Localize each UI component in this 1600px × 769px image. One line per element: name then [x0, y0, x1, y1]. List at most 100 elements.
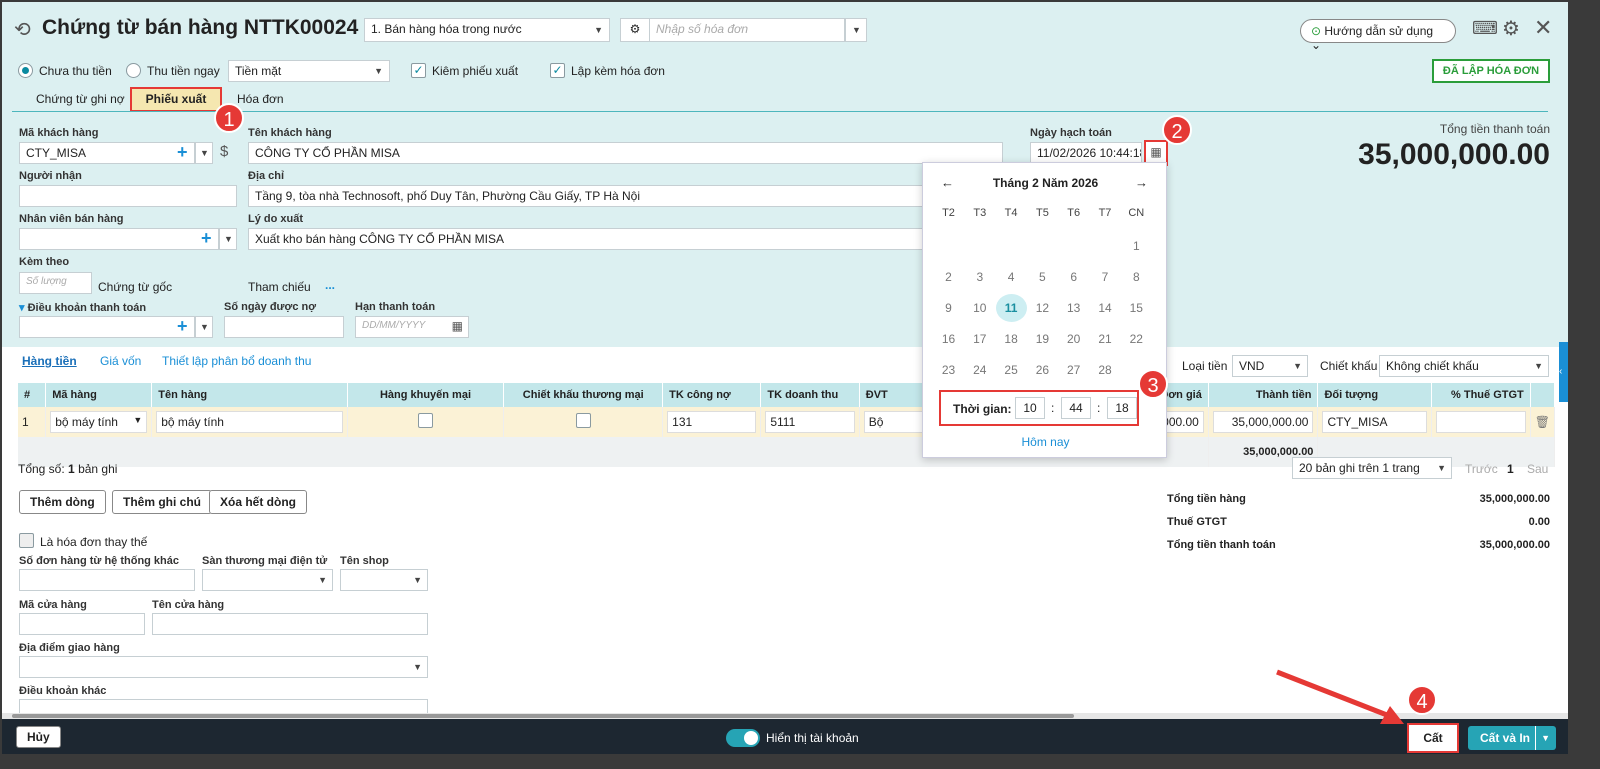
- calendar-day[interactable]: 15: [1121, 301, 1152, 315]
- row-vat-input[interactable]: [1436, 411, 1526, 433]
- prev-page[interactable]: Trước: [1465, 462, 1498, 476]
- order-no-input[interactable]: [19, 569, 195, 591]
- calendar-day[interactable]: 13: [1058, 301, 1089, 315]
- calendar-icon[interactable]: ▦: [452, 319, 463, 333]
- reason-input[interactable]: Xuất kho bán hàng CÔNG TY CỔ PHẦN MISA: [248, 228, 928, 250]
- invoice-checkbox[interactable]: ✓: [550, 63, 565, 78]
- today-button[interactable]: Hôm nay: [923, 435, 1168, 449]
- row-amount-input[interactable]: 35,000,000.00: [1212, 411, 1314, 433]
- tab-export[interactable]: Phiếu xuất: [130, 87, 222, 112]
- calendar-day[interactable]: 16: [933, 332, 964, 346]
- store-code-input[interactable]: [19, 613, 145, 635]
- subtab-goods[interactable]: Hàng tiền: [22, 354, 77, 368]
- invoice-search-input[interactable]: Nhập số hóa đơn: [649, 18, 845, 42]
- calendar-day[interactable]: 23: [933, 363, 964, 377]
- tab-debit[interactable]: Chứng từ ghi nợ: [36, 92, 125, 106]
- calendar-day[interactable]: 17: [964, 332, 995, 346]
- calendar-day[interactable]: 25: [996, 363, 1027, 377]
- calendar-title[interactable]: Tháng 2 Năm 2026: [923, 176, 1168, 190]
- calendar-day[interactable]: 20: [1058, 332, 1089, 346]
- calendar-day[interactable]: 4: [996, 270, 1027, 284]
- subtab-cost[interactable]: Giá vốn: [100, 354, 141, 368]
- subtab-allocation[interactable]: Thiết lập phân bổ doanh thu: [162, 354, 311, 368]
- staff-dropdown[interactable]: ▼: [219, 228, 237, 250]
- calendar-day[interactable]: 3: [964, 270, 995, 284]
- close-icon[interactable]: ✕: [1534, 15, 1552, 41]
- gear-icon[interactable]: ⚙: [620, 18, 650, 42]
- calendar-day[interactable]: 2: [933, 270, 964, 284]
- calendar-day[interactable]: 8: [1121, 270, 1152, 284]
- store-name-input[interactable]: [152, 613, 428, 635]
- days-input[interactable]: [224, 316, 344, 338]
- calendar-day[interactable]: 22: [1121, 332, 1152, 346]
- currency-icon[interactable]: $: [220, 143, 228, 160]
- minute-input[interactable]: 44: [1061, 397, 1091, 419]
- address-input[interactable]: Tầng 9, tòa nhà Technosoft, phố Duy Tân,…: [248, 185, 928, 207]
- calendar-day[interactable]: 18: [996, 332, 1027, 346]
- row-object-input[interactable]: CTY_MISA: [1322, 411, 1428, 433]
- calendar-day[interactable]: 9: [933, 301, 964, 315]
- invoice-dropdown[interactable]: ▼: [845, 18, 867, 42]
- calendar-day[interactable]: 10: [964, 301, 995, 315]
- row-revenue-input[interactable]: 5111: [765, 411, 855, 433]
- due-date-input[interactable]: DD/MM/YYYY ▦: [355, 316, 469, 338]
- cancel-button[interactable]: Hủy: [16, 726, 61, 748]
- calendar-day[interactable]: 28: [1090, 363, 1121, 377]
- export-checkbox[interactable]: ✓: [411, 63, 426, 78]
- calendar-day[interactable]: 6: [1058, 270, 1089, 284]
- customer-name-input[interactable]: CÔNG TY CỔ PHẦN MISA: [248, 142, 1003, 164]
- calendar-day-selected[interactable]: 11: [995, 294, 1027, 322]
- radio-unpaid[interactable]: [18, 63, 33, 78]
- customer-dropdown[interactable]: ▼: [195, 142, 213, 164]
- add-row-button[interactable]: Thêm dòng: [19, 490, 106, 514]
- terms-input[interactable]: [19, 316, 195, 338]
- save-print-dropdown[interactable]: ▼: [1535, 726, 1550, 750]
- row-promo-checkbox[interactable]: [417, 413, 433, 428]
- calendar-day[interactable]: 19: [1027, 332, 1058, 346]
- clear-rows-button[interactable]: Xóa hết dòng: [209, 490, 307, 514]
- calendar-day[interactable]: 14: [1090, 301, 1121, 315]
- row-name-input[interactable]: bộ máy tính: [156, 411, 343, 433]
- calendar-day[interactable]: 27: [1058, 363, 1089, 377]
- hour-input[interactable]: 10: [1015, 397, 1045, 419]
- staff-input[interactable]: [19, 228, 219, 250]
- voucher-type-select[interactable]: 1. Bán hàng hóa trong nước ▼: [364, 18, 610, 42]
- posting-date-input[interactable]: 11/02/2026 10:44:18: [1030, 142, 1142, 164]
- second-input[interactable]: 18: [1107, 397, 1137, 419]
- calendar-day[interactable]: 12: [1027, 301, 1058, 315]
- calendar-day[interactable]: 21: [1090, 332, 1121, 346]
- calendar-day[interactable]: 5: [1027, 270, 1058, 284]
- currency-select[interactable]: VND ▼: [1232, 355, 1308, 377]
- add-customer-icon[interactable]: +: [177, 143, 188, 161]
- replace-invoice-checkbox[interactable]: [19, 533, 34, 548]
- show-account-toggle[interactable]: [726, 729, 760, 747]
- delivery-select[interactable]: ▼: [19, 656, 428, 678]
- payment-method-select[interactable]: Tiền mặt ▼: [228, 60, 390, 82]
- ecommerce-select[interactable]: ▼: [202, 569, 333, 591]
- row-debt-input[interactable]: 131: [667, 411, 757, 433]
- receiver-input[interactable]: [19, 185, 237, 207]
- calendar-day[interactable]: 24: [964, 363, 995, 377]
- add-note-button[interactable]: Thêm ghi chú: [112, 490, 212, 514]
- radio-paid[interactable]: [126, 63, 141, 78]
- calendar-day[interactable]: 26: [1027, 363, 1058, 377]
- add-staff-icon[interactable]: +: [201, 229, 212, 247]
- calendar-day[interactable]: 7: [1090, 270, 1121, 284]
- row-code-select[interactable]: bộ máy tính ▼: [50, 411, 148, 433]
- reference-more-link[interactable]: ...: [325, 278, 335, 292]
- save-print-button[interactable]: Cất và In ▼: [1468, 726, 1556, 750]
- help-button[interactable]: ⊙ Hướng dẫn sử dụng ⌄: [1300, 19, 1456, 52]
- attach-count-input[interactable]: Số lượng: [19, 272, 92, 294]
- add-terms-icon[interactable]: +: [177, 317, 188, 335]
- history-icon[interactable]: ⟲: [14, 17, 31, 42]
- tab-invoice[interactable]: Hóa đơn: [237, 92, 284, 106]
- terms-dropdown[interactable]: ▼: [195, 316, 213, 338]
- discount-select[interactable]: Không chiết khấu ▼: [1379, 355, 1549, 377]
- next-month-icon[interactable]: →: [1135, 175, 1148, 190]
- save-button[interactable]: Cất: [1407, 723, 1459, 753]
- side-panel-toggle[interactable]: ‹: [1559, 342, 1568, 402]
- calendar-day[interactable]: 1: [1121, 239, 1152, 253]
- keyboard-icon[interactable]: ⌨: [1472, 18, 1498, 39]
- page-size-select[interactable]: 20 bản ghi trên 1 trang ▼: [1292, 457, 1452, 479]
- row-discount-checkbox[interactable]: [575, 413, 591, 428]
